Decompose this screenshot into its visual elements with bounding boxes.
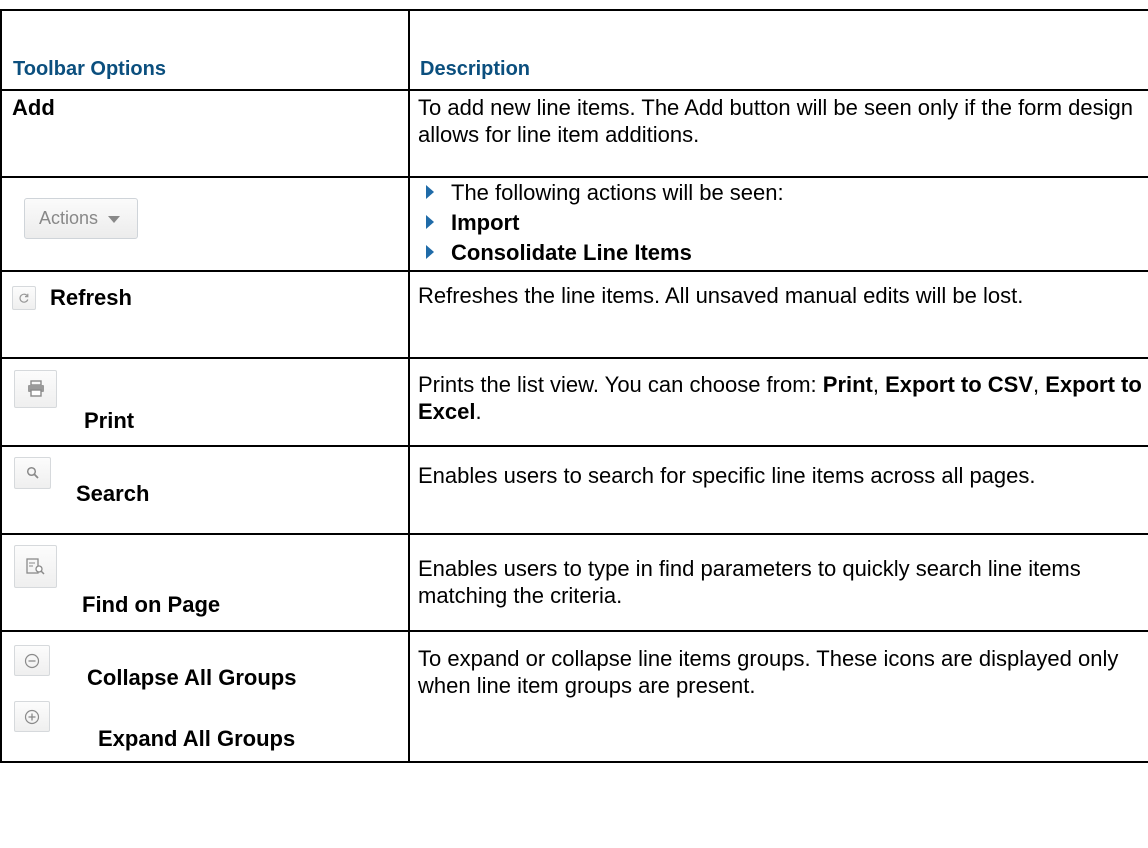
add-description: To add new line items. The Add button wi… [418,95,1134,147]
find-on-page-label: Find on Page [82,592,221,617]
table-row: Refresh Refreshes the line items. All un… [0,270,1148,359]
toolbar-options-table: Toolbar Options Description Add To add n… [0,9,1148,763]
import-action: Import [451,210,520,235]
search-label: Search [76,481,150,506]
column-header-toolbar-options: Toolbar Options [13,58,166,80]
triangle-bullet-icon [426,215,434,229]
list-item: Consolidate Line Items [410,239,1148,269]
description-cell: Enables users to type in find parameters… [408,533,1148,632]
refresh-icon[interactable] [12,285,36,310]
list-item: The following actions will be seen: [410,179,1148,209]
table-row: Collapse All Groups Expand All Groups To… [0,630,1148,763]
description-cell: To expand or collapse line items groups.… [408,630,1148,763]
consolidate-line-items-action: Consolidate Line Items [451,240,692,265]
search-description: Enables users to search for specific lin… [418,463,1036,488]
export-to-csv-option: Export to CSV [885,372,1034,397]
option-cell: Search [0,445,410,535]
collapse-all-groups-label: Collapse All Groups [87,665,297,690]
print-icon[interactable] [14,370,57,408]
header-cell-description: Description [408,9,1148,91]
find-on-page-icon[interactable] [14,545,57,588]
table-row: Find on Page Enables users to type in fi… [0,533,1148,632]
option-cell: Collapse All Groups Expand All Groups [0,630,410,763]
description-cell: Prints the list view. You can choose fro… [408,357,1148,447]
description-cell: Refreshes the line items. All unsaved ma… [408,270,1148,359]
description-cell: The following actions will be seen: Impo… [408,176,1148,272]
triangle-bullet-icon [426,185,434,199]
description-cell: Enables users to search for specific lin… [408,445,1148,535]
option-cell: Print [0,357,410,447]
option-cell: Actions [0,176,410,272]
table-row: Print Prints the list view. You can choo… [0,357,1148,447]
collapse-icon[interactable] [14,645,50,676]
add-label: Add [12,95,55,120]
print-description: Prints the list view. You can choose fro… [418,372,1142,424]
triangle-bullet-icon [426,245,434,259]
table-row: Actions The following actions will be se… [0,176,1148,272]
caret-down-icon [108,215,121,223]
print-option: Print [822,372,873,397]
description-cell: To add new line items. The Add button wi… [408,89,1148,178]
refresh-label: Refresh [50,285,132,310]
table-row: Add To add new line items. The Add butto… [0,89,1148,178]
actions-button[interactable]: Actions [24,198,139,239]
print-label: Print [84,408,135,433]
list-item: Import [410,209,1148,239]
option-cell: Add [0,89,410,178]
collapse-expand-description: To expand or collapse line items groups.… [418,646,1119,698]
find-on-page-description: Enables users to type in find parameters… [418,556,1081,608]
expand-icon[interactable] [14,701,50,732]
header-cell-options: Toolbar Options [0,9,410,91]
column-header-description: Description [420,58,531,80]
actions-button-label: Actions [39,208,99,228]
refresh-description: Refreshes the line items. All unsaved ma… [418,283,1024,308]
search-icon[interactable] [14,457,51,489]
header-row: Toolbar Options Description [0,9,1148,91]
option-cell: Refresh [0,270,410,359]
actions-intro: The following actions will be seen: [451,180,784,205]
expand-all-groups-label: Expand All Groups [98,726,296,751]
option-cell: Find on Page [0,533,410,632]
table-row: Search Enables users to search for speci… [0,445,1148,535]
